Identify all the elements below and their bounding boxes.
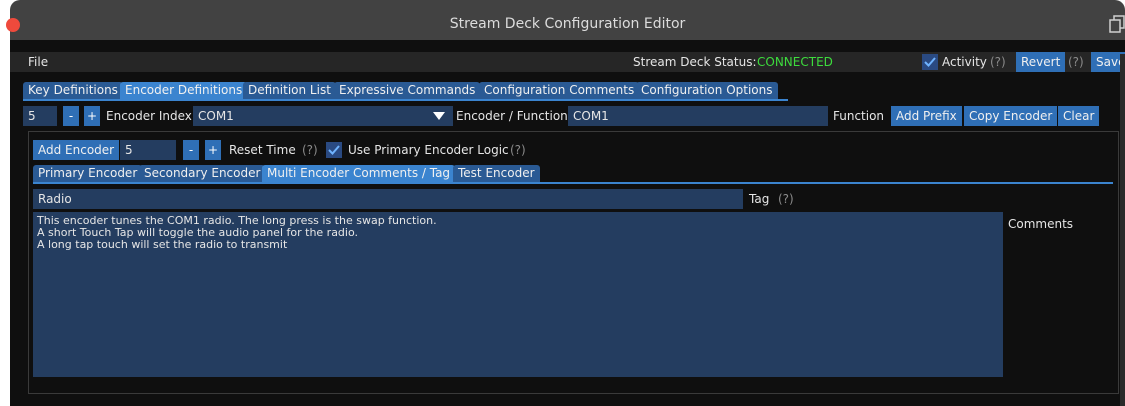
- add-encoder-value[interactable]: 5: [120, 140, 176, 160]
- encoder-function-input[interactable]: COM1: [568, 106, 828, 126]
- tab-configuration-options[interactable]: Configuration Options: [636, 82, 778, 99]
- comment-line: A long tap touch will set the radio to t…: [37, 238, 288, 251]
- tab-key-definitions[interactable]: Key Definitions: [23, 82, 123, 99]
- encoder-index-minus-button[interactable]: -: [63, 106, 79, 126]
- window-title: Stream Deck Configuration Editor: [449, 16, 686, 32]
- window: Stream Deck Configuration Editor File St…: [0, 0, 1125, 406]
- comments-label: Comments: [1008, 217, 1074, 231]
- encoder-index-value[interactable]: 5: [23, 106, 57, 126]
- tag-help[interactable]: (?): [778, 189, 794, 209]
- tab-configuration-comments[interactable]: Configuration Comments: [479, 82, 640, 99]
- check-icon: [924, 57, 936, 67]
- check-icon: [328, 145, 340, 155]
- dropdown-arrow-icon[interactable]: [433, 111, 445, 121]
- tab-underline: [23, 99, 788, 101]
- menu-bar: File Stream Deck Status: CONNECTED Activ…: [10, 52, 1125, 72]
- primary-logic-help[interactable]: (?): [510, 140, 526, 160]
- comments-textarea[interactable]: This encoder tunes the COM1 radio. The l…: [33, 212, 1003, 377]
- add-encoder-minus-button[interactable]: -: [183, 140, 199, 160]
- revert-button[interactable]: Revert: [1016, 52, 1066, 72]
- encoder-function-label: Encoder / Function: [456, 109, 568, 123]
- copy-encoder-button[interactable]: Copy Encoder: [964, 106, 1058, 126]
- encoder-index-select[interactable]: COM1: [193, 106, 453, 126]
- primary-logic-label: Use Primary Encoder Logic: [348, 143, 509, 157]
- tag-label: Tag: [749, 192, 770, 206]
- window-edge: [1120, 54, 1125, 406]
- restore-window-icon[interactable]: [1109, 15, 1125, 33]
- file-menu[interactable]: File: [28, 55, 48, 69]
- add-encoder-button[interactable]: Add Encoder: [33, 140, 120, 160]
- activity-checkbox[interactable]: [922, 54, 938, 70]
- add-prefix-button[interactable]: Add Prefix: [891, 106, 962, 126]
- subtab-secondary-encoder[interactable]: Secondary Encoder: [139, 165, 266, 182]
- reset-time-label: Reset Time: [229, 143, 296, 157]
- tab-definition-list[interactable]: Definition List: [243, 82, 336, 99]
- clear-button[interactable]: Clear: [1058, 106, 1100, 126]
- encoder-index-label: Encoder Index: [106, 109, 192, 123]
- revert-help[interactable]: (?): [1068, 55, 1084, 69]
- status-label: Stream Deck Status:: [633, 55, 757, 69]
- tag-input[interactable]: Radio: [33, 189, 743, 209]
- tab-expressive-commands[interactable]: Expressive Commands: [334, 82, 481, 99]
- function-label: Function: [833, 109, 885, 123]
- activity-help[interactable]: (?): [990, 55, 1006, 69]
- primary-logic-checkbox[interactable]: [326, 142, 342, 158]
- subtab-test-encoder[interactable]: Test Encoder: [453, 165, 540, 182]
- reset-time-help[interactable]: (?): [302, 140, 318, 160]
- add-encoder-plus-button[interactable]: +: [205, 140, 221, 160]
- status-value: CONNECTED: [757, 55, 833, 69]
- encoder-index-plus-button[interactable]: +: [84, 106, 100, 126]
- tab-encoder-definitions[interactable]: Encoder Definitions: [120, 82, 248, 99]
- subtab-underline: [33, 182, 1113, 184]
- subtab-multi-encoder-comments[interactable]: Multi Encoder Comments / Tag: [262, 165, 456, 182]
- activity-label: Activity: [942, 55, 987, 69]
- subtab-primary-encoder[interactable]: Primary Encoder: [33, 165, 143, 182]
